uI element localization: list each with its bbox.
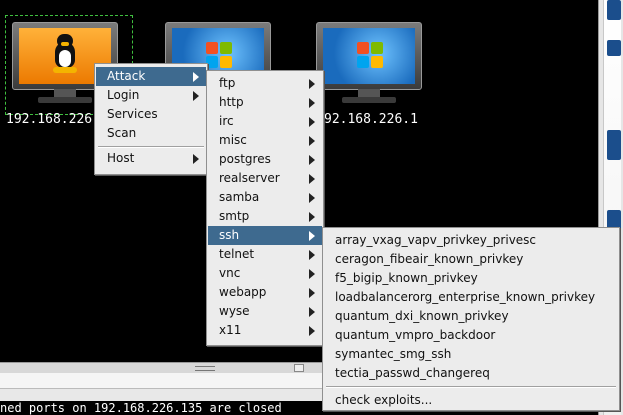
attack-category-telnet[interactable]: telnet xyxy=(208,245,322,264)
host-ip-label: 92.168.226.1 xyxy=(324,112,418,127)
splitter-collapse-button[interactable] xyxy=(294,364,304,372)
submenu-arrow-icon xyxy=(309,212,315,222)
attack-category-webapp[interactable]: webapp xyxy=(208,283,322,302)
submenu-arrow-icon xyxy=(193,91,199,101)
menu-item-label: Services xyxy=(107,107,158,121)
menu-item-services[interactable]: Services xyxy=(96,105,206,124)
menu-item-scan[interactable]: Scan xyxy=(96,124,206,143)
exploit-label: quantum_dxi_known_privkey xyxy=(335,309,509,323)
submenu-arrow-icon xyxy=(309,193,315,203)
exploit-label: array_vxag_vapv_privkey_privesc xyxy=(335,233,537,247)
menu-item-label: webapp xyxy=(219,285,267,299)
menu-item-label: telnet xyxy=(219,247,255,261)
menu-item-login[interactable]: Login xyxy=(96,86,206,105)
exploit-item[interactable]: quantum_vmpro_backdoor xyxy=(324,326,618,345)
exploit-label: f5_bigip_known_privkey xyxy=(335,271,478,285)
linux-tux-icon xyxy=(53,34,77,76)
menu-item-label: Login xyxy=(107,88,140,102)
attack-category-misc[interactable]: misc xyxy=(208,131,322,150)
submenu-arrow-icon xyxy=(309,269,315,279)
windows-logo-icon xyxy=(206,42,234,70)
exploit-item[interactable]: tectia_passwd_changereq xyxy=(324,364,618,383)
monitor-base xyxy=(38,97,92,103)
menu-item-label: ftp xyxy=(219,76,236,90)
menu-separator xyxy=(326,386,616,388)
submenu-arrow-icon xyxy=(309,174,315,184)
attack-category-vnc[interactable]: vnc xyxy=(208,264,322,283)
attack-category-postgres[interactable]: postgres xyxy=(208,150,322,169)
exploit-item[interactable]: array_vxag_vapv_privkey_privesc xyxy=(324,231,618,250)
attack-category-samba[interactable]: samba xyxy=(208,188,322,207)
menu-item-label: Attack xyxy=(107,69,146,83)
submenu-arrow-icon xyxy=(309,326,315,336)
menu-item-label: vnc xyxy=(219,266,241,280)
ssh-exploit-submenu: array_vxag_vapv_privkey_privesc ceragon_f… xyxy=(322,227,620,411)
submenu-arrow-icon xyxy=(193,72,199,82)
exploit-item[interactable]: quantum_dxi_known_privkey xyxy=(324,307,618,326)
submenu-arrow-icon xyxy=(309,98,315,108)
menu-item-label: Host xyxy=(107,151,135,165)
exploit-item[interactable]: ceragon_fibeair_known_privkey xyxy=(324,250,618,269)
monitor-stand xyxy=(54,89,76,97)
submenu-arrow-icon xyxy=(309,155,315,165)
submenu-arrow-icon xyxy=(309,307,315,317)
attack-submenu: ftp http irc misc postgres realserver samba smt… xyxy=(206,70,324,346)
menu-item-host[interactable]: Host xyxy=(96,149,206,168)
splitter-grip[interactable] xyxy=(195,366,215,371)
submenu-arrow-icon xyxy=(309,117,315,127)
submenu-arrow-icon xyxy=(309,288,315,298)
menu-item-label: postgres xyxy=(219,152,271,166)
monitor-base xyxy=(342,97,396,103)
submenu-arrow-icon xyxy=(193,154,199,164)
submenu-arrow-icon xyxy=(309,231,315,241)
submenu-arrow-icon xyxy=(309,79,315,89)
exploit-item[interactable]: f5_bigip_known_privkey xyxy=(324,269,618,288)
menu-item-label: http xyxy=(219,95,244,109)
menu-item-label: Scan xyxy=(107,126,137,140)
menu-item-label: check exploits... xyxy=(335,393,433,407)
menu-item-label: x11 xyxy=(219,323,242,337)
menu-item-label: smtp xyxy=(219,209,250,223)
attack-category-smtp[interactable]: smtp xyxy=(208,207,322,226)
submenu-arrow-icon xyxy=(309,250,315,260)
menu-item-label: ssh xyxy=(219,228,240,242)
exploit-label: symantec_smg_ssh xyxy=(335,347,452,361)
menu-item-attack[interactable]: Attack xyxy=(96,67,206,86)
exploit-label: quantum_vmpro_backdoor xyxy=(335,328,496,342)
attack-category-ssh[interactable]: ssh xyxy=(208,226,322,245)
menu-item-label: wyse xyxy=(219,304,250,318)
exploit-item[interactable]: symantec_smg_ssh xyxy=(324,345,618,364)
menu-separator xyxy=(98,146,204,148)
attack-category-realserver[interactable]: realserver xyxy=(208,169,322,188)
attack-category-wyse[interactable]: wyse xyxy=(208,302,322,321)
exploit-item[interactable]: loadbalancerorg_enterprise_known_privkey xyxy=(324,288,618,307)
menu-item-label: realserver xyxy=(219,171,280,185)
screen xyxy=(323,28,415,84)
exploit-label: ceragon_fibeair_known_privkey xyxy=(335,252,524,266)
attack-category-ftp[interactable]: ftp xyxy=(208,74,322,93)
attack-category-x11[interactable]: x11 xyxy=(208,321,322,340)
host-context-menu: Attack Login Services Scan Host xyxy=(94,63,208,175)
attack-category-irc[interactable]: irc xyxy=(208,112,322,131)
menu-item-label: samba xyxy=(219,190,260,204)
menu-item-label: irc xyxy=(219,114,234,128)
check-exploits-item[interactable]: check exploits... xyxy=(324,391,618,410)
attack-category-http[interactable]: http xyxy=(208,93,322,112)
monitor-stand xyxy=(358,89,380,97)
monitor-icon xyxy=(316,22,422,90)
windows-logo-icon xyxy=(357,42,385,70)
menu-item-label: misc xyxy=(219,133,247,147)
submenu-arrow-icon xyxy=(309,136,315,146)
exploit-label: tectia_passwd_changereq xyxy=(335,366,490,380)
exploit-label: loadbalancerorg_enterprise_known_privkey xyxy=(335,290,596,304)
